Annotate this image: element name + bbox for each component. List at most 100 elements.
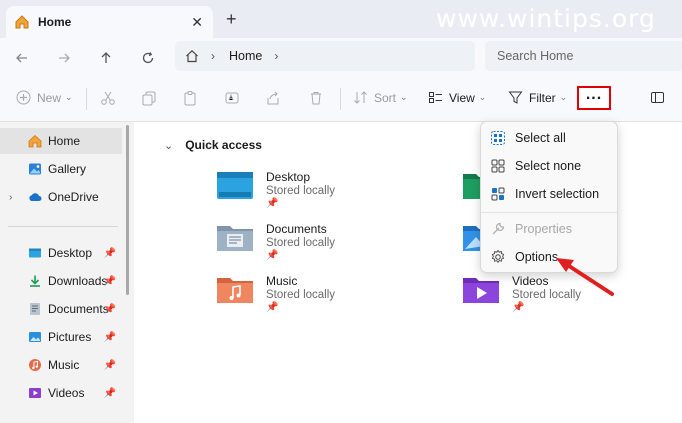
pin-icon: 📌 [103, 387, 116, 399]
folder-tile-documents[interactable]: Documents Stored locally 📌 [216, 222, 335, 261]
select-all-icon [491, 131, 505, 145]
watermark: www.wintips.org [436, 4, 656, 33]
details-pane-button[interactable] [650, 90, 665, 105]
navigation-bar: › Home › Search Home [0, 38, 682, 76]
cut-button[interactable] [100, 90, 116, 106]
back-button[interactable] [8, 44, 36, 72]
command-bar: New ⌄ Sort ⌄ View ⌄ Filter ⌄ ... [0, 76, 682, 122]
sidebar-item-onedrive[interactable]: › OneDrive [0, 184, 122, 210]
rename-icon [225, 92, 239, 104]
sidebar-item-label: Home [48, 134, 81, 148]
folder-tile-desktop[interactable]: Desktop Stored locally 📌 [216, 170, 335, 209]
sort-label: Sort [374, 90, 397, 105]
filter-label: Filter [529, 90, 556, 105]
expand-chevron-icon[interactable]: › [9, 192, 12, 203]
copy-button[interactable] [141, 90, 157, 106]
home-outline-icon [186, 49, 198, 63]
chevron-down-icon: ⌄ [65, 92, 73, 102]
delete-button[interactable] [308, 90, 324, 106]
divider [86, 88, 87, 110]
view-list-icon [429, 92, 442, 103]
scissors-icon [101, 91, 115, 105]
sidebar-scrollbar[interactable] [126, 125, 129, 295]
chevron-down-icon: ⌄ [478, 92, 487, 102]
sidebar-item-label: Music [48, 358, 80, 372]
rename-button[interactable] [224, 90, 240, 106]
sidebar-item-videos[interactable]: Videos 📌 [0, 380, 122, 406]
menu-item-properties[interactable]: Properties [481, 215, 617, 243]
chevron-down-icon: ⌄ [400, 92, 408, 102]
trash-icon [311, 92, 321, 105]
cloud-icon [29, 193, 42, 201]
refresh-button[interactable] [134, 44, 162, 72]
menu-item-invert-selection[interactable]: Invert selection [481, 180, 617, 208]
pin-icon: 📌 [266, 198, 279, 209]
close-tab-icon[interactable]: ✕ [191, 14, 203, 31]
share-button[interactable] [265, 90, 281, 106]
refresh-icon [142, 52, 154, 64]
pin-icon: 📌 [103, 303, 116, 315]
sidebar-item-desktop[interactable]: Desktop 📌 [0, 240, 122, 266]
breadcrumb-chevron[interactable]: › [274, 49, 278, 63]
filter-button[interactable]: Filter ⌄ [508, 90, 567, 105]
videos-folder-icon [463, 278, 499, 303]
sidebar-item-gallery[interactable]: Gallery [0, 156, 122, 182]
menu-item-label: Properties [515, 222, 572, 236]
home-icon [28, 134, 42, 148]
pin-icon: 📌 [266, 250, 279, 261]
share-icon [267, 91, 279, 105]
sort-icon [354, 91, 367, 104]
menu-item-label: Select none [515, 159, 582, 173]
wrench-icon [492, 222, 505, 235]
see-more-button[interactable]: ... [577, 86, 611, 110]
chevron-down-icon[interactable]: ⌄ [164, 139, 173, 152]
picture-icon [29, 332, 41, 342]
address-bar[interactable]: › Home › [175, 41, 475, 71]
quick-access-header[interactable]: ⌄ Quick access [164, 138, 262, 152]
menu-item-select-none[interactable]: Select none [481, 152, 617, 180]
desktop-folder-icon [217, 172, 253, 199]
search-input[interactable]: Search Home [485, 41, 682, 71]
forward-button[interactable] [50, 44, 78, 72]
sidebar-item-label: Videos [48, 386, 85, 400]
plus-circle-icon [16, 90, 31, 105]
sidebar-item-downloads[interactable]: Downloads 📌 [0, 268, 122, 294]
sidebar-item-pictures[interactable]: Pictures 📌 [0, 324, 122, 350]
sidebar-item-home[interactable]: Home [0, 128, 122, 154]
pin-icon: 📌 [103, 331, 116, 343]
view-button[interactable]: View ⌄ [428, 90, 486, 105]
sort-button[interactable]: Sort ⌄ [353, 90, 408, 105]
invert-selection-icon [491, 187, 505, 201]
sidebar-item-music[interactable]: Music 📌 [0, 352, 122, 378]
navigation-pane: Home Gallery › OneDrive Desktop 📌 Downlo… [0, 122, 122, 423]
breadcrumb-home[interactable]: Home [229, 49, 262, 63]
paste-button[interactable] [182, 90, 198, 106]
annotation-arrow-icon [556, 258, 614, 296]
video-icon [29, 388, 41, 398]
menu-item-select-all[interactable]: Select all [481, 124, 617, 152]
tab-home[interactable]: Home ✕ [6, 6, 213, 38]
new-button[interactable]: New ⌄ [16, 90, 73, 105]
sidebar-item-label: Gallery [48, 162, 87, 176]
up-button[interactable] [92, 44, 120, 72]
document-icon [30, 303, 40, 315]
search-placeholder: Search Home [497, 49, 574, 63]
new-label: New [37, 90, 62, 105]
breadcrumb-separator: › [211, 49, 215, 63]
folder-tile-music[interactable]: Music Stored locally 📌 [216, 274, 335, 313]
sidebar-item-label: Downloads [48, 274, 108, 288]
details-pane-icon [651, 92, 664, 103]
chevron-down-icon: ⌄ [559, 92, 568, 102]
sidebar-item-documents[interactable]: Documents 📌 [0, 296, 122, 322]
documents-folder-icon [217, 226, 253, 251]
title-bar: Home ✕ + www.wintips.org [0, 0, 682, 38]
arrow-up-icon [101, 52, 111, 63]
arrow-right-icon [59, 53, 70, 63]
folder-status: Stored locally [266, 289, 336, 301]
pin-icon: 📌 [103, 359, 116, 371]
pin-icon: 📌 [103, 247, 116, 259]
sidebar-item-label: Desktop [48, 246, 93, 260]
select-none-icon [491, 159, 505, 173]
music-folder-icon [217, 278, 253, 303]
new-tab-button[interactable]: + [226, 9, 237, 30]
